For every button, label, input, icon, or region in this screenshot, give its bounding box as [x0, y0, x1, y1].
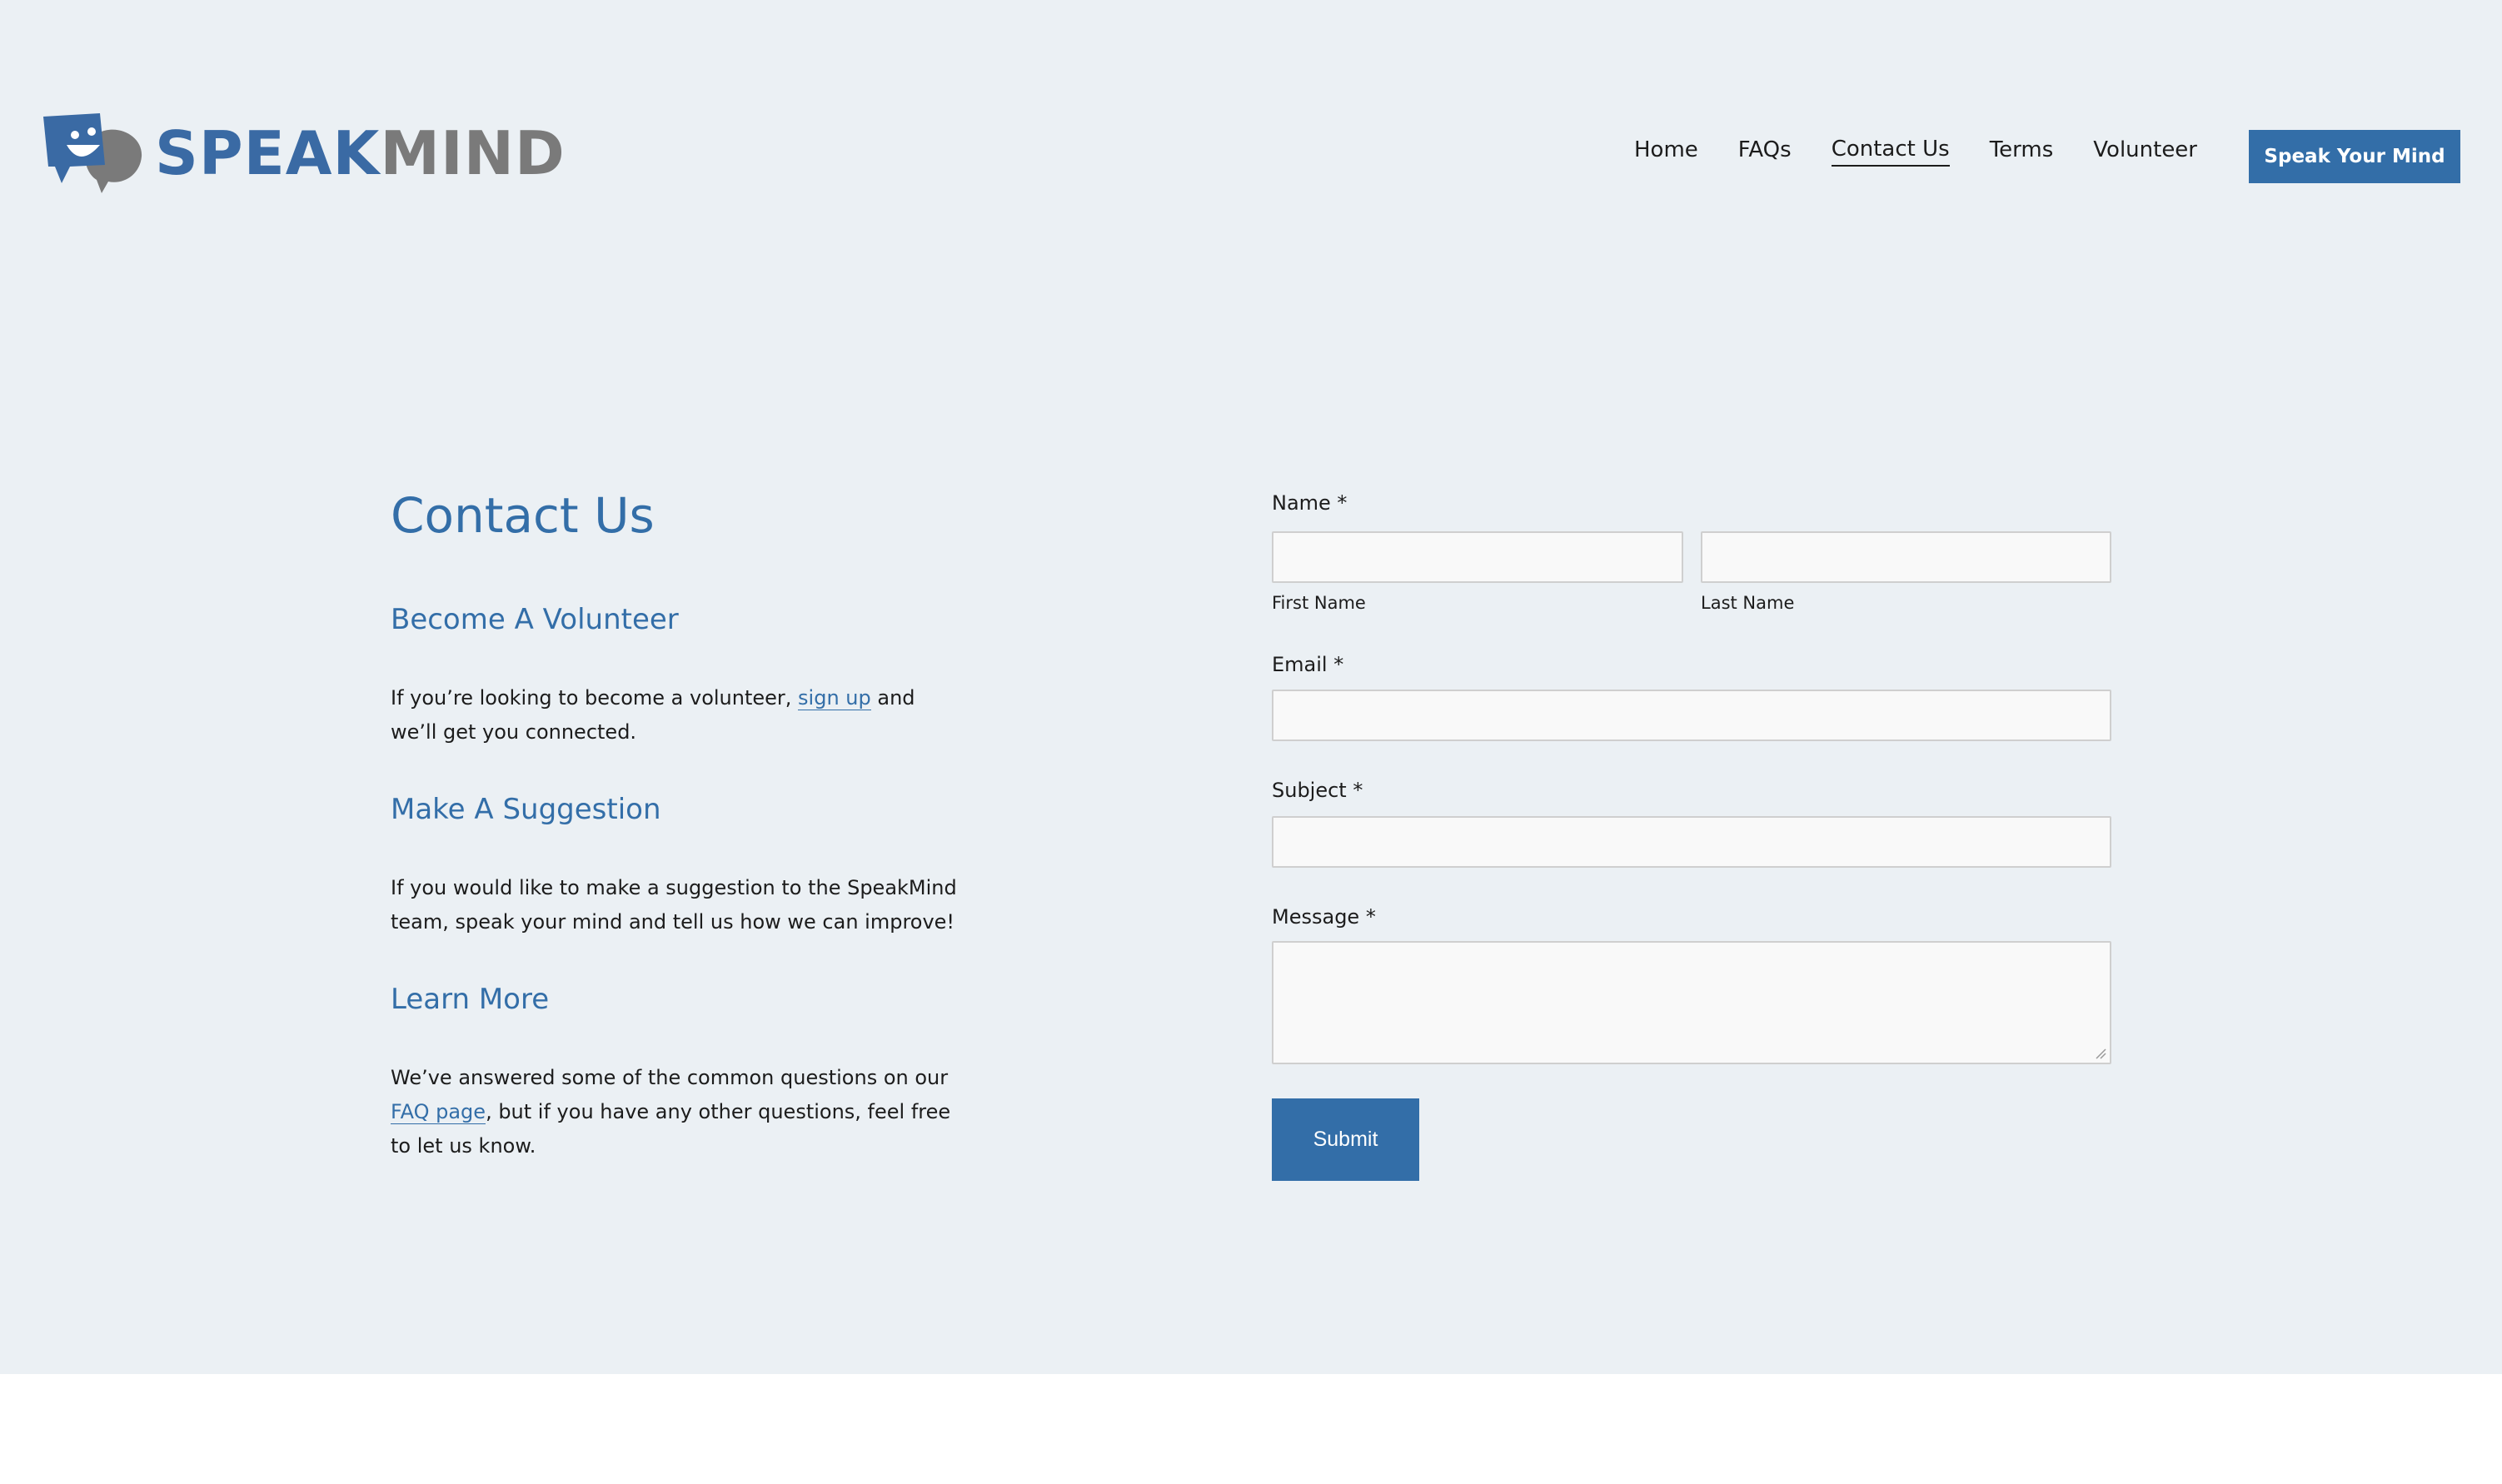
section-heading-suggestion: Make A Suggestion [391, 793, 661, 826]
section-text-learn-more-before: We’ve answered some of the common questi… [391, 1066, 949, 1089]
logo-text: SPEAKMIND [155, 123, 566, 183]
email-label: Email * [1272, 653, 1344, 676]
speech-bubble-face-icon [43, 113, 142, 193]
message-textarea[interactable] [1272, 941, 2111, 1064]
logo-text-mind: MIND [380, 118, 566, 188]
nav-link-terms[interactable]: Terms [1990, 137, 2054, 166]
nav-link-home[interactable]: Home [1634, 137, 1698, 166]
last-name-sublabel: Last Name [1701, 593, 1795, 613]
logo-text-speak: SPEAK [155, 118, 381, 188]
section-text-learn-more: We’ve answered some of the common questi… [391, 1061, 965, 1163]
message-label: Message * [1272, 905, 1376, 929]
subject-input[interactable] [1272, 816, 2111, 868]
speak-your-mind-button[interactable]: Speak Your Mind [2249, 130, 2460, 183]
nav-link-volunteer[interactable]: Volunteer [2093, 137, 2197, 166]
nav-link-contact-us[interactable]: Contact Us [1831, 137, 1950, 167]
name-label: Name * [1272, 491, 1348, 515]
section-heading-volunteer: Become A Volunteer [391, 603, 679, 636]
resize-grip-icon[interactable] [2095, 1048, 2106, 1059]
main-nav: Home FAQs Contact Us Terms Volunteer [1594, 137, 2197, 167]
page-title: Contact Us [391, 487, 655, 544]
page: SPEAKMIND Home FAQs Contact Us Terms Vol… [0, 0, 2502, 1374]
site-logo[interactable]: SPEAKMIND [42, 113, 566, 193]
first-name-sublabel: First Name [1272, 593, 1366, 613]
section-heading-learn-more: Learn More [391, 983, 550, 1016]
first-name-input[interactable] [1272, 531, 1683, 583]
subject-label: Subject * [1272, 779, 1363, 802]
faq-link[interactable]: FAQ page [391, 1100, 486, 1124]
nav-link-faqs[interactable]: FAQs [1738, 137, 1792, 166]
contact-info: Contact Us Become A Volunteer If you’re … [391, 487, 965, 1158]
section-text-volunteer-before: If you’re looking to become a volunteer, [391, 686, 799, 710]
section-text-volunteer: If you’re looking to become a volunteer,… [391, 681, 965, 749]
section-text-suggestion: If you would like to make a suggestion t… [391, 876, 957, 934]
sign-up-link[interactable]: sign up [798, 686, 871, 710]
last-name-input[interactable] [1701, 531, 2111, 583]
email-input[interactable] [1272, 690, 2111, 741]
submit-button[interactable]: Submit [1272, 1098, 1419, 1181]
